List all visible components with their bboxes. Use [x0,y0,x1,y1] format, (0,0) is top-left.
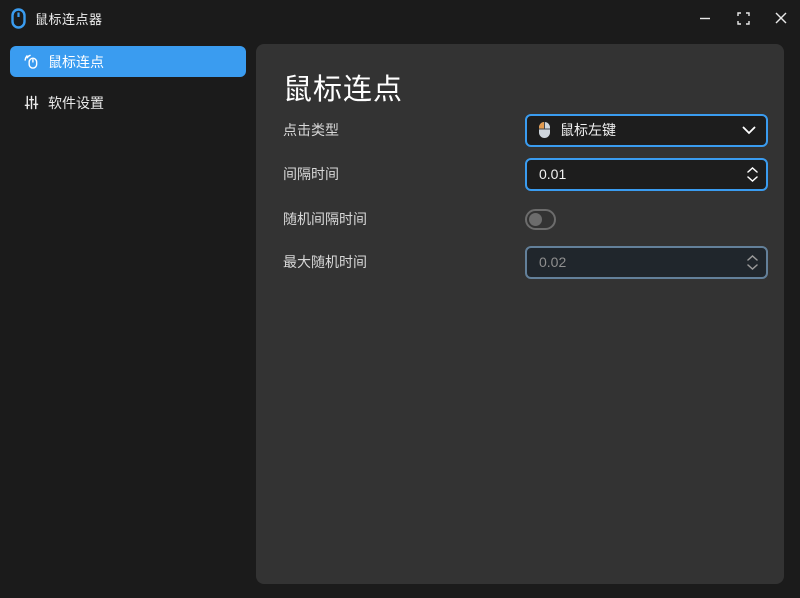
chevron-up-icon [747,167,758,173]
interval-input[interactable] [527,166,747,182]
close-button[interactable] [762,0,800,36]
max-random-input [527,254,747,270]
max-random-input-box [525,246,768,279]
click-type-label: 点击类型 [283,120,339,140]
minimize-button[interactable] [686,0,724,36]
maximize-icon [737,12,750,25]
click-type-select[interactable]: 鼠标左键 [525,114,768,147]
random-interval-toggle[interactable] [525,209,556,230]
sidebar-item-mouse-click[interactable]: 鼠标连点 [10,46,246,77]
max-random-label: 最大随机时间 [283,252,367,272]
sidebar: 鼠标连点 软件设置 [0,36,256,598]
random-interval-label: 随机间隔时间 [283,209,367,229]
chevron-down-icon [747,176,758,182]
sliders-icon [24,95,39,110]
click-type-value: 鼠标左键 [560,120,742,140]
app-mouse-icon [11,8,26,29]
mouse-click-icon [24,54,39,69]
window-title: 鼠标连点器 [35,9,103,28]
minimize-icon [699,12,711,24]
window-controls [686,0,800,36]
form-row-max-random: 最大随机时间 [283,245,768,279]
chevron-down-icon [742,126,756,135]
sidebar-item-label: 鼠标连点 [48,52,104,72]
main-panel: 鼠标连点 点击类型 鼠标左键 间隔时间 [256,44,784,584]
page-title: 鼠标连点 [283,66,403,108]
sidebar-item-label: 软件设置 [48,93,104,113]
sidebar-item-settings[interactable]: 软件设置 [10,87,246,118]
interval-stepper[interactable] [747,167,758,182]
form-row-random-toggle: 随机间隔时间 [283,202,768,236]
interval-label: 间隔时间 [283,164,339,184]
chevron-up-icon [747,255,758,261]
toggle-knob [529,213,542,226]
maximize-button[interactable] [724,0,762,36]
chevron-down-icon [747,264,758,270]
titlebar: 鼠标连点器 [0,0,800,36]
form-row-click-type: 点击类型 鼠标左键 [283,113,768,147]
interval-input-box [525,158,768,191]
close-icon [775,12,787,24]
mouse-left-button-icon [538,121,551,139]
form-row-interval: 间隔时间 [283,157,768,191]
max-random-stepper [747,255,758,270]
